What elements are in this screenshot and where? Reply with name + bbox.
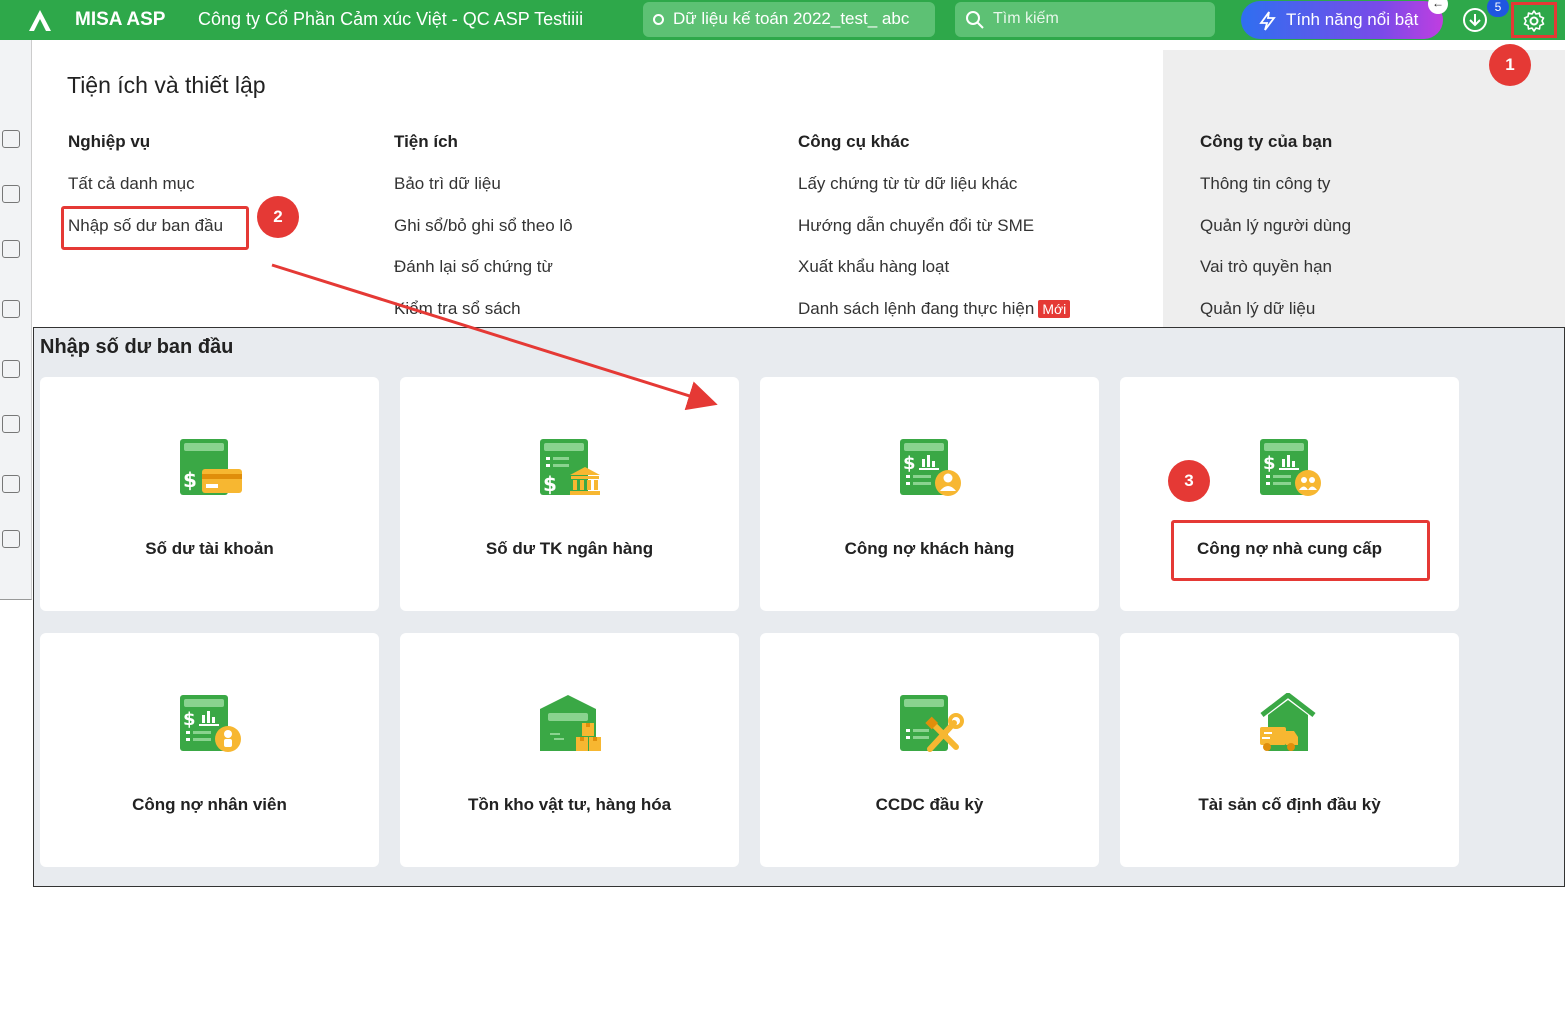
menu-user-management[interactable]: Quản lý người dùng bbox=[1200, 216, 1351, 258]
menu-bulk-export[interactable]: Xuất khẩu hàng loạt bbox=[798, 257, 1070, 299]
menu-batch-posting[interactable]: Ghi sổ/bỏ ghi sổ theo lô bbox=[394, 216, 573, 258]
highlight-opening-balance bbox=[61, 206, 249, 250]
dataset-label: Dữ liệu kế toán 2022_test_ abc bbox=[673, 9, 910, 28]
ledger-card-icon: $ bbox=[180, 439, 242, 495]
menu-roles-permissions[interactable]: Vai trò quyền hạn bbox=[1200, 257, 1351, 299]
column-other-tools: Công cụ khác Lấy chứng từ từ dữ liệu khá… bbox=[798, 132, 1071, 340]
svg-text:$: $ bbox=[1263, 453, 1276, 474]
sidebar-icon bbox=[2, 240, 20, 258]
ledger-supplier-icon: $ bbox=[1260, 439, 1321, 496]
sidebar-icon bbox=[2, 415, 20, 433]
company-name[interactable]: Công ty Cổ Phần Cảm xúc Việt - QC ASP Te… bbox=[198, 9, 583, 30]
misa-logo-icon[interactable] bbox=[26, 6, 54, 34]
search-icon bbox=[966, 11, 984, 29]
menu-import-vouchers[interactable]: Lấy chứng từ từ dữ liệu khác bbox=[798, 174, 1070, 216]
column-heading: Tiện ích bbox=[394, 132, 458, 151]
feature-button[interactable]: Tính năng nổi bật bbox=[1241, 1, 1443, 39]
card-inventory[interactable]: Tồn kho vật tư, hàng hóa bbox=[400, 633, 739, 867]
ledger-customer-icon: $ bbox=[900, 439, 961, 496]
card-label: Tồn kho vật tư, hàng hóa bbox=[467, 795, 672, 814]
menu-company-info[interactable]: Thông tin công ty bbox=[1200, 174, 1351, 216]
card-label: Số dư TK ngân hàng bbox=[485, 539, 654, 558]
background-sidebar bbox=[0, 40, 32, 600]
sidebar-icon bbox=[2, 475, 20, 493]
menu-data-maintenance[interactable]: Bảo trì dữ liệu bbox=[394, 174, 573, 216]
card-customer-debt[interactable]: $ Công nợ khách hàng bbox=[760, 377, 1099, 611]
column-heading: Công cụ khác bbox=[798, 132, 910, 151]
svg-text:$: $ bbox=[183, 468, 197, 492]
step-marker-2: 2 bbox=[257, 196, 299, 238]
new-badge: Mới bbox=[1038, 299, 1071, 318]
step-marker-1: 1 bbox=[1489, 44, 1531, 86]
svg-text:$: $ bbox=[183, 709, 196, 730]
column-your-company: Công ty của bạn Thông tin công ty Quản l… bbox=[1200, 132, 1351, 340]
settings-panel: Tiện ích và thiết lập Nghiệp vụ Tất cả d… bbox=[32, 40, 1565, 330]
step-marker-3: 3 bbox=[1168, 460, 1210, 502]
back-arrow-icon[interactable]: ← bbox=[1428, 0, 1448, 14]
sidebar-icon bbox=[2, 360, 20, 378]
card-label: CCDC đầu kỳ bbox=[875, 795, 984, 814]
dataset-status-icon bbox=[653, 14, 664, 25]
card-fixed-assets[interactable]: Tài sản cố định đầu kỳ bbox=[1120, 633, 1459, 867]
sidebar-icon bbox=[2, 530, 20, 548]
dialog-title: Nhập số dư ban đầu bbox=[40, 336, 234, 358]
card-bank-balance[interactable]: $ Số dư TK ngân hàng bbox=[400, 377, 739, 611]
settings-button[interactable] bbox=[1511, 2, 1557, 38]
feature-button-label: Tính năng nổi bật bbox=[1286, 10, 1419, 29]
tools-icon bbox=[900, 695, 964, 752]
column-heading: Nghiệp vụ bbox=[68, 132, 151, 151]
gear-icon bbox=[1523, 10, 1545, 32]
sidebar-icon bbox=[2, 185, 20, 203]
sidebar-icon bbox=[2, 130, 20, 148]
screen: MISA ASP Công ty Cổ Phần Cảm xúc Việt - … bbox=[0, 0, 1565, 1009]
card-label: Tài sản cố định đầu kỳ bbox=[1198, 795, 1381, 814]
top-bar: MISA ASP Công ty Cổ Phần Cảm xúc Việt - … bbox=[0, 0, 1565, 40]
search-box[interactable]: Tìm kiếm bbox=[955, 2, 1215, 37]
dataset-selector[interactable]: Dữ liệu kế toán 2022_test_ abc bbox=[643, 2, 935, 37]
card-label: Công nợ nhân viên bbox=[132, 795, 287, 814]
highlight-supplier-debt bbox=[1171, 520, 1430, 581]
card-employee-debt[interactable]: $ Công nợ nhân viên bbox=[40, 633, 379, 867]
card-label: Số dư tài khoản bbox=[145, 539, 274, 558]
download-icon[interactable] bbox=[1462, 7, 1488, 33]
column-utilities: Tiện ích Bảo trì dữ liệu Ghi sổ/bỏ ghi s… bbox=[394, 132, 573, 340]
card-tools[interactable]: CCDC đầu kỳ bbox=[760, 633, 1099, 867]
card-account-balance[interactable]: $ Số dư tài khoản bbox=[40, 377, 379, 611]
opening-balance-dialog: Nhập số dư ban đầu $ Số dư tài khoản $ S… bbox=[33, 327, 1565, 887]
search-placeholder: Tìm kiếm bbox=[993, 10, 1059, 27]
svg-text:$: $ bbox=[543, 472, 557, 496]
card-label: Công nợ khách hàng bbox=[844, 539, 1015, 558]
notification-badge: 5 bbox=[1487, 0, 1509, 17]
menu-running-jobs-label: Danh sách lệnh đang thực hiện bbox=[798, 298, 1035, 318]
menu-renumber-vouchers[interactable]: Đánh lại số chứng từ bbox=[394, 257, 573, 299]
sidebar-icon bbox=[2, 300, 20, 318]
ledger-bank-icon: $ bbox=[540, 439, 600, 496]
panel-title: Tiện ích và thiết lập bbox=[67, 72, 266, 98]
fixed-asset-icon bbox=[1260, 693, 1316, 751]
svg-text:$: $ bbox=[903, 453, 916, 474]
menu-sme-conversion-guide[interactable]: Hướng dẫn chuyển đổi từ SME bbox=[798, 216, 1070, 258]
column-heading: Công ty của bạn bbox=[1200, 132, 1333, 151]
ledger-employee-icon: $ bbox=[180, 695, 241, 752]
lightning-icon bbox=[1259, 11, 1276, 31]
warehouse-icon bbox=[540, 695, 601, 751]
app-name: MISA ASP bbox=[75, 9, 166, 30]
